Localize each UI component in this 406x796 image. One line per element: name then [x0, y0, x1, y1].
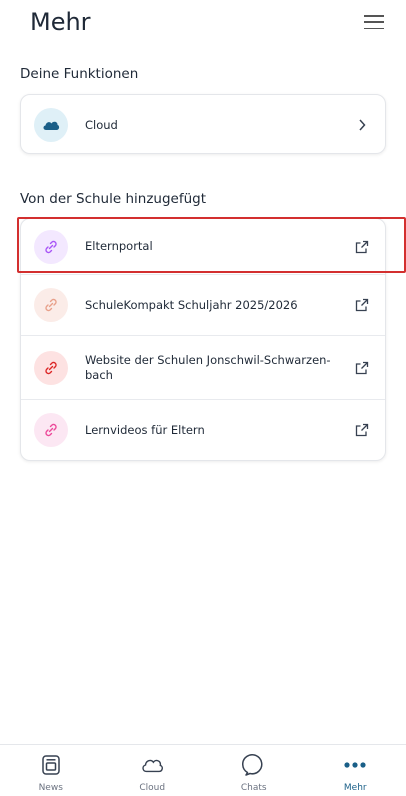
- chat-icon: [241, 753, 266, 777]
- page-title: Mehr: [30, 8, 91, 36]
- external-link-icon: [355, 240, 369, 254]
- tab-chats[interactable]: Chats: [203, 745, 305, 796]
- list-item-label: SchuleKompakt Schuljahr 2025/2026: [85, 297, 298, 312]
- tab-news[interactable]: News: [0, 745, 102, 796]
- list-item-schulekompakt[interactable]: SchuleKompakt Schuljahr 2025/2026: [21, 275, 385, 336]
- list-item-elternportal[interactable]: Elternportal: [21, 219, 385, 275]
- cloud-icon: [34, 108, 68, 142]
- link-icon: [34, 350, 68, 385]
- hamburger-menu-icon[interactable]: [364, 12, 384, 32]
- bottom-tab-bar: News Cloud Chats Mehr: [0, 744, 406, 796]
- external-link-icon: [355, 298, 369, 312]
- news-icon: [39, 753, 63, 777]
- list-item-cloud[interactable]: Cloud: [21, 95, 385, 153]
- more-dots-icon: [343, 753, 367, 777]
- chevron-right-icon: [355, 118, 369, 132]
- list-item-lernvideos[interactable]: Lernvideos für Eltern: [21, 400, 385, 460]
- header: Mehr: [0, 0, 406, 52]
- tab-mehr[interactable]: Mehr: [305, 745, 406, 796]
- link-icon: [34, 229, 68, 264]
- list-item-website[interactable]: Website der Schulen Jonschwil-Schwarzen-…: [21, 336, 385, 400]
- external-link-icon: [355, 361, 369, 375]
- external-link-icon: [355, 423, 369, 437]
- list-item-label: Cloud: [85, 117, 118, 132]
- tab-label: Mehr: [343, 783, 367, 793]
- cloud-outline-icon: [140, 753, 164, 777]
- link-icon: [34, 413, 68, 447]
- tab-label: News: [38, 783, 63, 793]
- tab-label: Chats: [240, 783, 267, 793]
- list-item-label: Lernvideos für Eltern: [85, 422, 205, 437]
- functions-card: Cloud: [20, 94, 386, 154]
- section-title-functions: Deine Funktionen: [20, 66, 139, 82]
- list-item-label: Website der Schulen Jonschwil-Schwarzen-…: [85, 352, 331, 382]
- link-icon: [34, 288, 68, 322]
- school-links-card: Elternportal SchuleKompakt Schuljahr 202…: [20, 218, 386, 461]
- tab-cloud[interactable]: Cloud: [102, 745, 204, 796]
- section-title-school: Von der Schule hinzugefügt: [20, 191, 207, 207]
- tab-label: Cloud: [139, 783, 166, 793]
- list-item-label: Elternportal: [85, 239, 153, 253]
